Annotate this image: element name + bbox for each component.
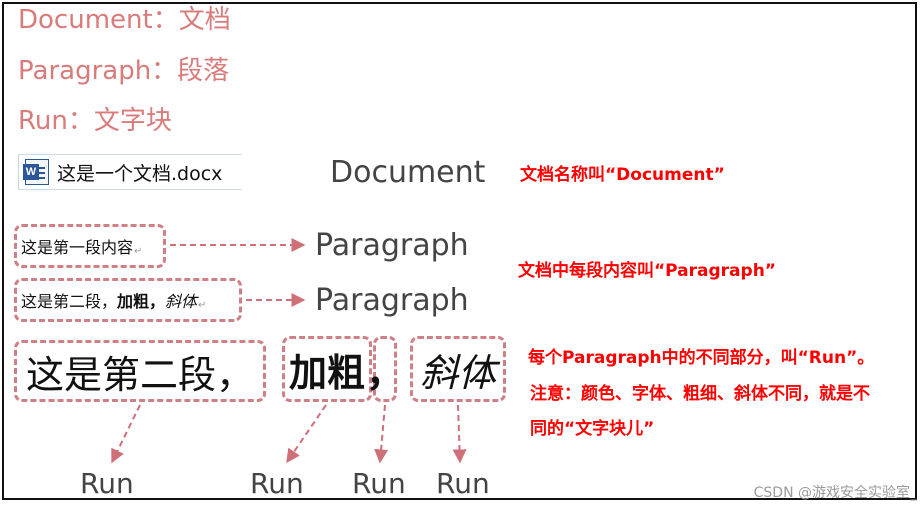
arrow-run-3 (374, 404, 389, 464)
arrow-run-2 (286, 404, 327, 464)
arrow-run-1 (111, 404, 141, 464)
watermark: CSDN @游戏安全实验室_ (753, 485, 917, 501)
arrow-layer (111, 238, 467, 464)
arrow-run-4 (452, 404, 467, 464)
